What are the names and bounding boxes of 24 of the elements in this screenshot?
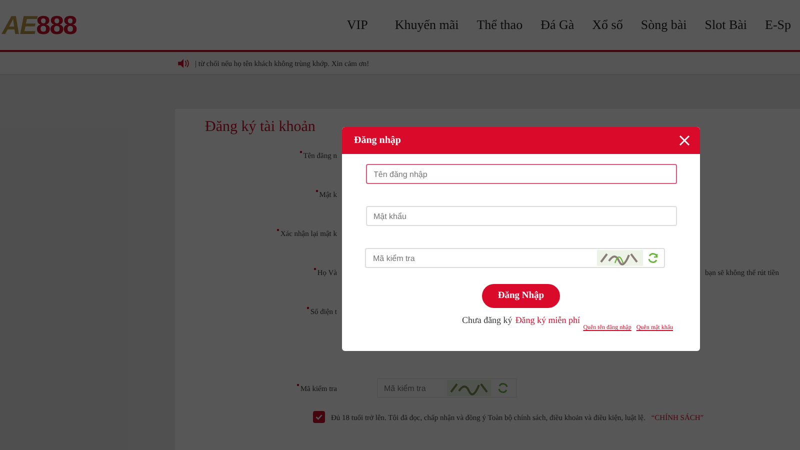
register-title: Đăng ký tài khoản [205,119,316,136]
signup-prompt: Chưa đăng ký [462,315,512,325]
dialog-title: Đăng nhập [354,135,401,146]
nav-link[interactable]: Thể thao [468,17,532,33]
password-field[interactable]: Mật khẩu [366,206,676,226]
username-field[interactable]: Tên đăng nhập [366,164,676,184]
login-button[interactable]: Đăng Nhập [482,284,560,308]
refresh-icon[interactable] [647,252,659,264]
nav-link[interactable]: VIP [338,17,386,33]
nav-link[interactable]: Khuyến mãi [386,17,468,33]
close-icon[interactable] [679,135,690,146]
nav-link[interactable]: Slot Bài [696,17,756,33]
nav-link[interactable]: E-Sp [756,17,800,33]
checkbox[interactable] [313,411,325,423]
logo[interactable]: AE888 [2,10,77,40]
nav-link[interactable]: Đá Gà [532,17,584,33]
captcha-image [597,250,643,266]
signup-link[interactable]: Đăng ký miễn phí [515,315,580,325]
captcha-image [447,380,491,396]
check-icon [315,413,323,421]
nav-link[interactable]: Xổ số [583,17,632,33]
speaker-icon [178,58,189,68]
refresh-icon[interactable] [497,382,509,394]
nav-link[interactable]: Sòng bài [632,17,696,33]
